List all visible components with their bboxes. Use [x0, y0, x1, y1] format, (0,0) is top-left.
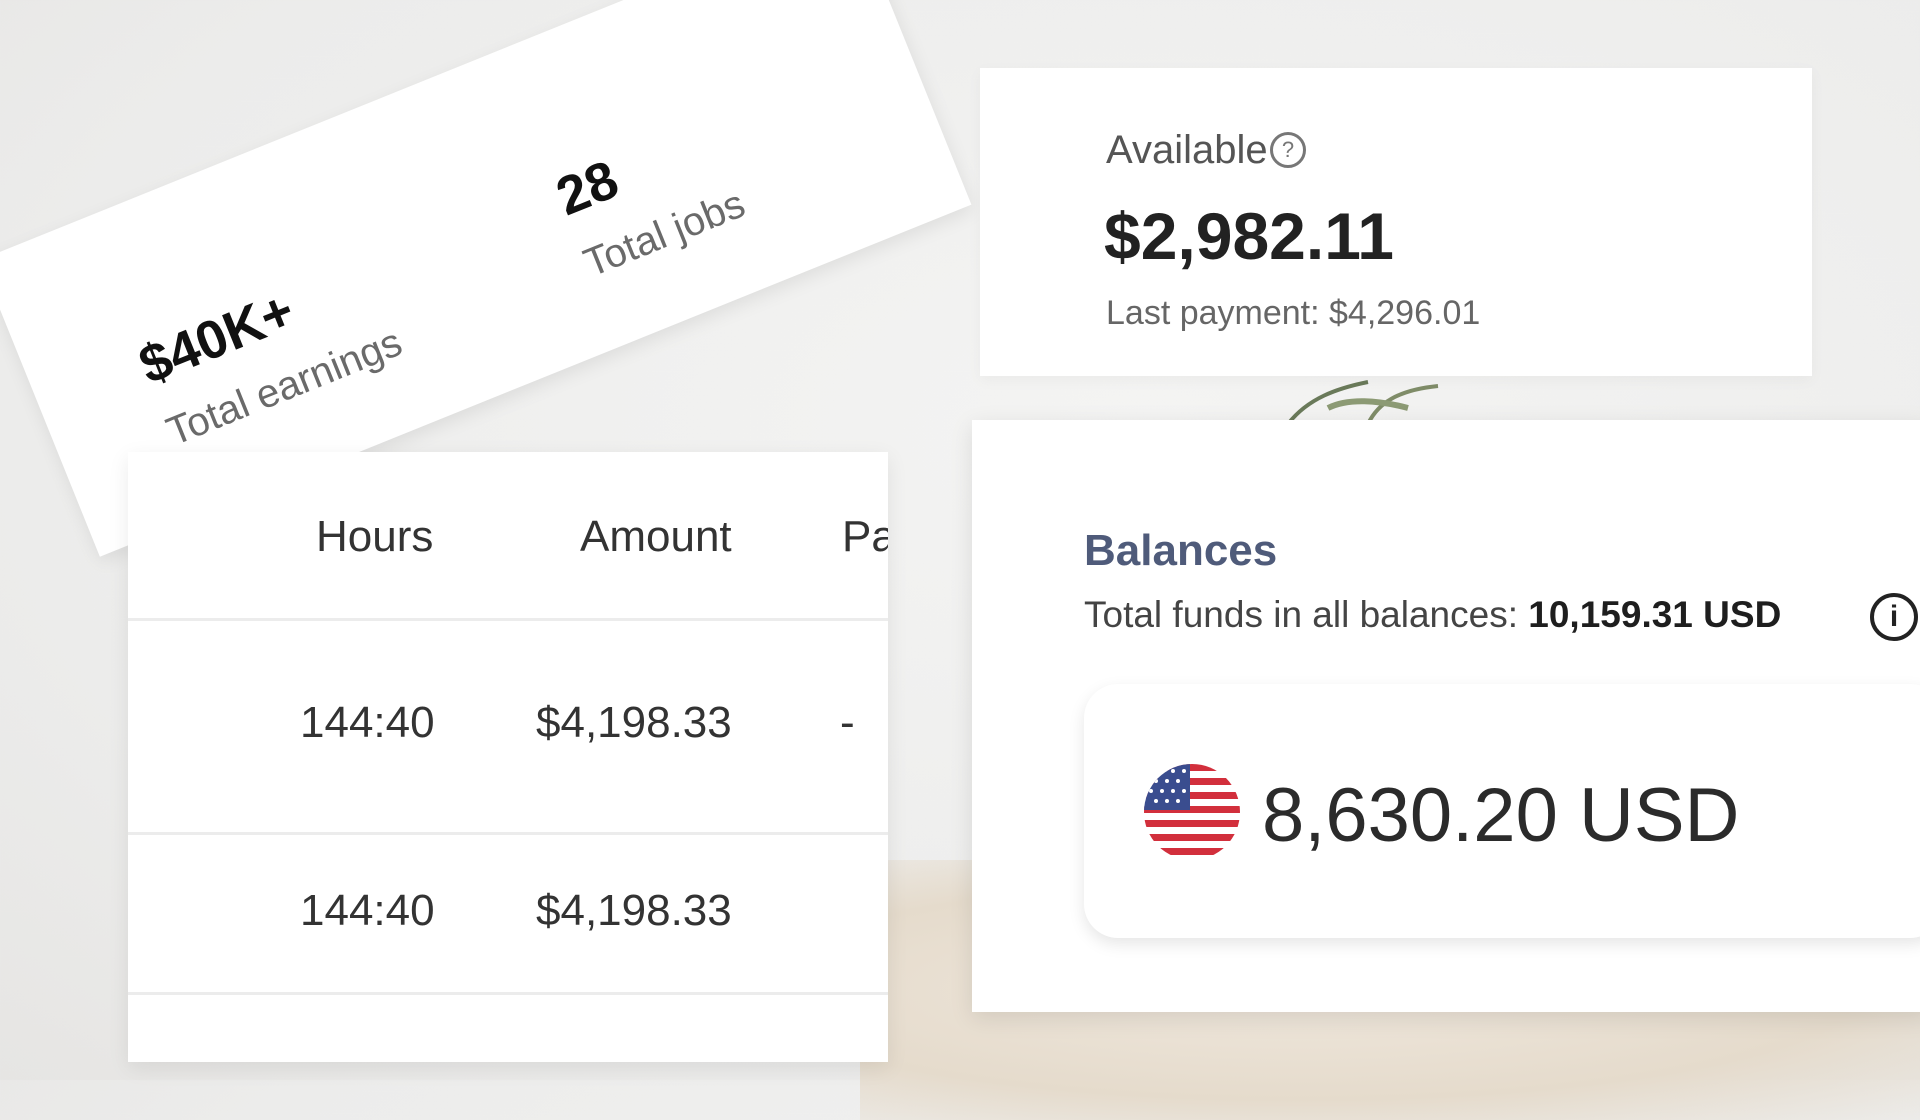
column-header-amount[interactable]: Amount: [580, 512, 732, 562]
divider: [128, 832, 888, 835]
total-funds-value: 10,159.31 USD: [1528, 594, 1782, 635]
available-label: Available: [1106, 128, 1268, 172]
cell-extra: -: [840, 698, 855, 747]
total-funds-text: Total funds in all balances: 10,159.31 U…: [1084, 594, 1781, 636]
usd-balance-amount: 8,630.20 USD: [1262, 773, 1740, 858]
question-circle-icon[interactable]: ?: [1270, 132, 1306, 168]
total-funds-label: Total funds in all balances:: [1084, 594, 1518, 635]
divider: [128, 618, 888, 621]
available-balance-card: Available ? $2,982.11 Last payment: $4,2…: [980, 68, 1812, 376]
info-circle-icon[interactable]: i: [1870, 593, 1918, 641]
usd-balance-item[interactable]: 8,630.20 USD: [1084, 684, 1920, 938]
balances-card: Balances Total funds in all balances: 10…: [972, 420, 1920, 1012]
cell-hours: 144:40: [300, 886, 435, 935]
cell-amount: $4,198.33: [536, 886, 732, 935]
available-amount: $2,982.11: [1104, 199, 1394, 273]
cell-hours: 144:40: [300, 698, 435, 747]
last-payment-text: Last payment: $4,296.01: [1106, 294, 1481, 332]
cell-amount: $4,198.33: [536, 698, 732, 747]
balances-title: Balances: [1084, 526, 1278, 575]
divider: [128, 992, 888, 995]
total-jobs-value: 28: [548, 149, 627, 228]
column-header-hours[interactable]: Hours: [316, 512, 433, 562]
payments-table: Hours Amount Pa 144:40 $4,198.33 - 144:4…: [128, 452, 888, 1062]
plant-decoration: [1286, 380, 1439, 424]
us-flag-icon: [1144, 764, 1240, 860]
column-header-partial[interactable]: Pa: [842, 512, 888, 562]
